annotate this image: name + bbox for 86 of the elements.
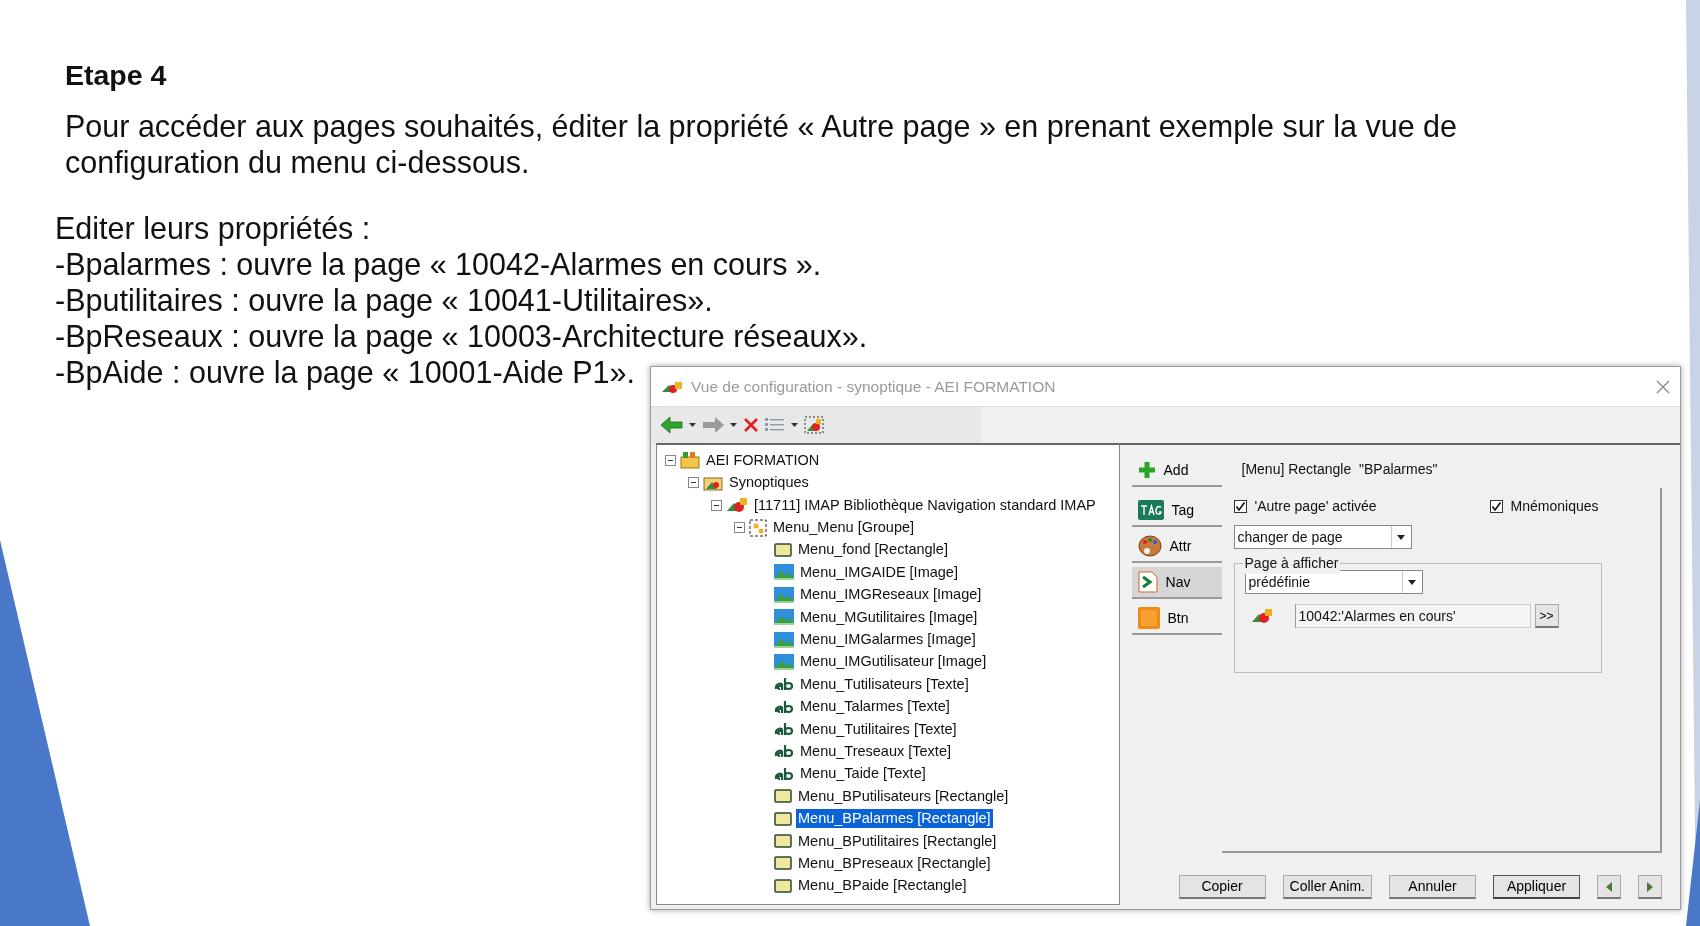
caret-icon — [1397, 534, 1406, 540]
synoptic-icon — [1250, 608, 1273, 625]
caret-icon — [1408, 579, 1417, 585]
tree-item[interactable]: Menu_MGutilitaires [Image] — [798, 607, 980, 627]
checked-checkbox[interactable] — [1489, 500, 1503, 514]
text-icon — [774, 766, 794, 781]
list-heading: Editer leurs propriétés : — [55, 210, 371, 247]
checked-checkbox[interactable] — [1233, 500, 1247, 514]
dialog-button[interactable]: Annuler — [1389, 875, 1476, 900]
project-icon — [680, 451, 700, 470]
rectangle-icon — [774, 542, 792, 557]
rectangle-icon — [774, 789, 792, 804]
collapse-icon[interactable] — [711, 499, 722, 511]
tree-item[interactable]: Menu_Menu [Groupe] — [771, 518, 917, 538]
tree-item[interactable]: Synoptiques — [727, 473, 811, 493]
tag-icon — [1137, 500, 1164, 521]
left-triangle-icon — [1606, 881, 1612, 892]
tree-item[interactable]: Menu_BPalarmes [Rectangle] — [796, 809, 993, 829]
tree-item[interactable]: Menu_BPaide [Rectangle] — [796, 876, 969, 896]
plus-icon — [1137, 461, 1156, 480]
back-arrow-icon[interactable] — [661, 417, 683, 434]
tree-item[interactable]: Menu_IMGAIDE [Image] — [798, 562, 960, 582]
rectangle-icon — [774, 834, 792, 848]
tree-item[interactable]: Menu_Tutilisateurs [Texte] — [798, 674, 971, 694]
tree-item[interactable]: Menu_IMGReseaux [Image] — [798, 585, 984, 605]
tree-item[interactable]: AEI FORMATION — [704, 450, 822, 470]
tree-item[interactable]: Menu_Taide [Texte] — [798, 764, 928, 784]
collapse-icon[interactable] — [734, 522, 745, 534]
dialog-button[interactable]: Appliquer — [1493, 875, 1580, 900]
next-button[interactable] — [1638, 875, 1662, 900]
rectangle-icon — [774, 811, 792, 826]
instruction-line: -BpAide : ouvre la page « 10001-Aide P1». — [55, 354, 635, 391]
object-header: [Menu] Rectangle "BPalarmes" — [1240, 460, 1439, 480]
tree-item[interactable]: Menu_Treseaux [Texte] — [798, 741, 953, 761]
instruction-line: -Bpalarmes : ouvre la page « 10042-Alarmes en cours ». — [55, 246, 822, 283]
instruction-line: -BpReseaux : ouvre la page « 10003-Architecture réseaux». — [55, 318, 868, 355]
caret-icon[interactable] — [730, 423, 737, 428]
dialog-button[interactable]: Coller Anim. — [1282, 875, 1372, 900]
selection-icon[interactable] — [804, 416, 824, 435]
tree-item[interactable]: Menu_Tutilitaires [Texte] — [798, 719, 959, 739]
synoptic-icon — [726, 497, 748, 514]
instruction-line: -Bputilitaires : ouvre la page « 10041-Utilitaires». — [55, 282, 713, 319]
tree-item[interactable]: Menu_BPutilitaires [Rectangle] — [796, 831, 999, 851]
dialog-button[interactable]: Copier — [1178, 875, 1266, 900]
dropdown[interactable]: prédéfinie — [1244, 570, 1423, 595]
text-icon — [774, 722, 794, 737]
intro-paragraph: Pour accéder aux pages souhaités, éditer la propriété « Autre page » en prenant exemple sur la vue de configuration du menu ci-dessous. — [65, 108, 1459, 181]
chevron-page-icon — [1137, 571, 1158, 594]
window-title: Vue de configuration - synoptique - AEI FORMATION — [691, 377, 1056, 398]
button-square-icon — [1137, 607, 1160, 630]
image-icon — [774, 564, 794, 581]
group-icon — [749, 518, 767, 537]
collapse-icon[interactable] — [665, 454, 676, 466]
image-icon — [774, 609, 794, 626]
rectangle-icon — [774, 856, 792, 871]
tree-item[interactable]: Menu_BPreseaux [Rectangle] — [796, 853, 993, 873]
tree-item[interactable]: [11711] IMAP Bibliothèque Navigation standard IMAP — [752, 495, 1098, 515]
text-icon — [774, 744, 794, 759]
app-icon — [661, 379, 683, 394]
tree-item[interactable]: Menu_Talarmes [Texte] — [798, 697, 952, 717]
caret-icon[interactable] — [689, 423, 696, 428]
rectangle-icon — [774, 878, 792, 893]
checkbox-label[interactable]: 'Autre page' activée — [1254, 496, 1377, 518]
page-field[interactable]: 10042:'Alarmes en cours' — [1294, 604, 1531, 629]
right-triangle-icon — [1647, 881, 1653, 892]
image-icon — [774, 586, 794, 603]
palette-icon — [1137, 535, 1162, 558]
browse-button[interactable]: >> — [1534, 604, 1559, 629]
caret-icon[interactable] — [791, 423, 798, 428]
close-icon[interactable] — [1656, 379, 1670, 394]
previous-button[interactable] — [1597, 875, 1621, 900]
dropdown[interactable]: changer de page — [1233, 525, 1412, 550]
folder-icon — [703, 474, 723, 491]
slide-title: Etape 4 — [65, 58, 168, 93]
delete-icon[interactable] — [743, 417, 759, 434]
image-icon — [774, 631, 794, 648]
text-icon — [774, 677, 794, 692]
tree-item[interactable]: Menu_BPutilisateurs [Rectangle] — [796, 786, 1011, 806]
text-icon — [774, 699, 794, 714]
checkbox-label[interactable]: Mnémoniques — [1510, 496, 1599, 518]
tree-item[interactable]: Menu_fond [Rectangle] — [796, 540, 950, 560]
tree-item[interactable]: Menu_IMGutilisateur [Image] — [798, 652, 989, 672]
tree-item[interactable]: Menu_IMGalarmes [Image] — [798, 630, 978, 649]
side-tab[interactable]: Nav — [1131, 567, 1222, 600]
image-icon — [774, 653, 794, 670]
collapse-icon[interactable] — [688, 477, 699, 489]
